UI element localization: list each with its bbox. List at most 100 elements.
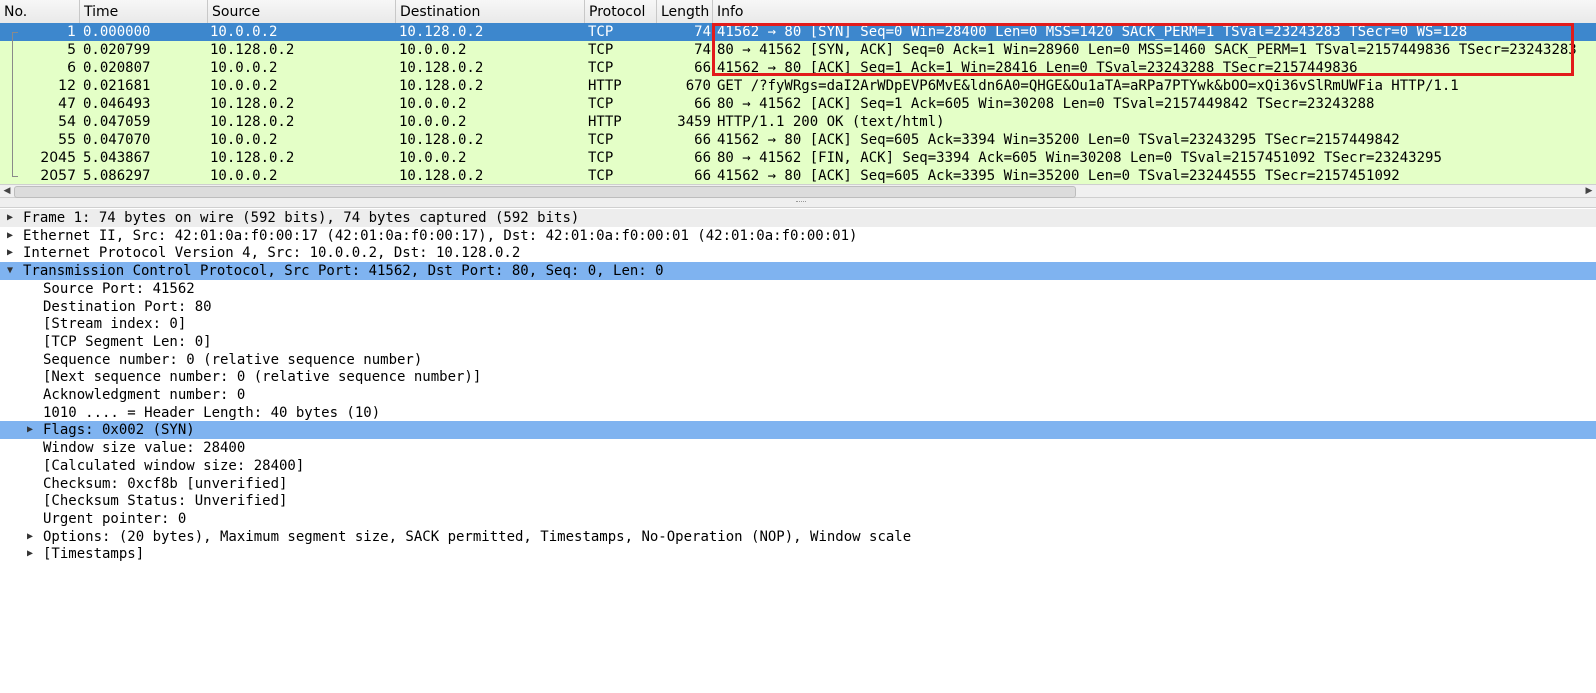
cell-time: 5.086297 (83, 168, 151, 184)
cell-length: 66 (694, 60, 711, 76)
cell-time: 0.046493 (83, 96, 151, 112)
cell-time: 0.047059 (83, 114, 151, 130)
cell-protocol: TCP (588, 150, 614, 166)
packet-row[interactable]: 55 0.047070 10.0.0.2 10.128.0.2 TCP 66 41562 →… (0, 131, 1596, 149)
cell-length: 66 (694, 150, 711, 166)
detail-row[interactable]: Acknowledgment number: 0 (0, 386, 1596, 404)
detail-text: Transmission Control Protocol, Src Port:… (23, 263, 664, 280)
cell-protocol: TCP (588, 96, 614, 112)
packet-list-pane[interactable]: No. Time Source Destination Protocol Len… (0, 0, 1596, 198)
detail-row[interactable]: Checksum: 0xcf8b [unverified] (0, 475, 1596, 493)
detail-text: [Calculated window size: 28400] (43, 457, 305, 474)
packet-row[interactable]: 54 0.047059 10.128.0.2 10.0.0.2 HTTP 3459 HTTP… (0, 113, 1596, 131)
cell-time: 0.020807 (83, 60, 151, 76)
collapsed-arrow-icon[interactable]: ▶ (24, 528, 36, 546)
packet-row[interactable]: 5 0.020799 10.128.0.2 10.0.0.2 TCP 74 80 → 415… (0, 41, 1596, 59)
detail-row[interactable]: Urgent pointer: 0 (0, 510, 1596, 528)
cell-source: 10.128.0.2 (210, 42, 295, 58)
detail-text: [Checksum Status: Unverified] (43, 493, 288, 510)
detail-row[interactable]: ▶ Options: (20 bytes), Maximum segment si… (0, 528, 1596, 546)
collapsed-arrow-icon[interactable]: ▶ (4, 244, 16, 262)
conversation-bracket-bottom (12, 176, 18, 177)
detail-row[interactable]: ▶ Internet Protocol Version 4, Src: 10.0.… (0, 244, 1596, 262)
detail-row[interactable]: ▶ Flags: 0x002 (SYN) (0, 421, 1596, 440)
scrollbar-thumb[interactable] (14, 186, 1076, 198)
collapsed-arrow-icon[interactable]: ▶ (24, 421, 36, 439)
detail-row[interactable]: ▶ Frame 1: 74 bytes on wire (592 bits), 7… (0, 209, 1596, 227)
cell-info: 41562 → 80 [ACK] Seq=1 Ack=1 Win=28416 L… (717, 60, 1358, 76)
packet-list-header: No. Time Source Destination Protocol Len… (0, 0, 1596, 24)
cell-length: 74 (694, 42, 711, 58)
cell-info: 41562 → 80 [ACK] Seq=605 Ack=3395 Win=35… (717, 168, 1400, 184)
detail-row[interactable]: Destination Port: 80 (0, 298, 1596, 316)
detail-row[interactable]: Window size value: 28400 (0, 439, 1596, 457)
column-header-info[interactable]: Info (713, 0, 1596, 23)
detail-text: [TCP Segment Len: 0] (43, 333, 212, 350)
packet-details-pane[interactable]: ▶ Frame 1: 74 bytes on wire (592 bits), 7… (0, 208, 1596, 693)
cell-source: 10.128.0.2 (210, 96, 295, 112)
splitter-grip[interactable] (796, 201, 806, 205)
detail-row[interactable]: [Stream index: 0] (0, 315, 1596, 333)
cell-protocol: HTTP (588, 78, 622, 94)
detail-row[interactable]: Sequence number: 0 (relative sequence nu… (0, 351, 1596, 369)
detail-row[interactable]: Source Port: 41562 (0, 280, 1596, 298)
detail-row[interactable]: [Checksum Status: Unverified] (0, 492, 1596, 510)
cell-destination: 10.0.0.2 (399, 96, 467, 112)
column-header-time[interactable]: Time (80, 0, 208, 23)
detail-row[interactable]: ▶ [Timestamps] (0, 545, 1596, 563)
column-header-protocol[interactable]: Protocol (585, 0, 657, 23)
cell-source: 10.0.0.2 (210, 168, 278, 184)
detail-row[interactable]: ▼ Transmission Control Protocol, Src Port… (0, 262, 1596, 281)
detail-text: [Timestamps] (43, 546, 145, 563)
packet-row[interactable]: 6 0.020807 10.0.0.2 10.128.0.2 TCP 66 41562 → … (0, 59, 1596, 77)
scroll-left-icon[interactable]: ◀ (0, 185, 14, 197)
horizontal-scrollbar[interactable]: ◀ ▶ (0, 184, 1596, 198)
detail-row[interactable]: [Calculated window size: 28400] (0, 457, 1596, 475)
detail-text: Sequence number: 0 (relative sequence nu… (43, 351, 423, 368)
column-header-length[interactable]: Length (657, 0, 713, 23)
packet-row[interactable]: 12 0.021681 10.0.0.2 10.128.0.2 HTTP 670 GET /… (0, 77, 1596, 95)
detail-row[interactable]: [TCP Segment Len: 0] (0, 333, 1596, 351)
cell-destination: 10.0.0.2 (399, 150, 467, 166)
collapsed-arrow-icon[interactable]: ▶ (4, 209, 16, 227)
cell-protocol: TCP (588, 132, 614, 148)
detail-text: Ethernet II, Src: 42:01:0a:f0:00:17 (42:… (23, 227, 858, 244)
column-header-source[interactable]: Source (208, 0, 396, 23)
column-header-destination[interactable]: Destination (396, 0, 585, 23)
detail-text: Checksum: 0xcf8b [unverified] (43, 475, 288, 492)
detail-text: Source Port: 41562 (43, 280, 195, 297)
detail-text: Urgent pointer: 0 (43, 510, 187, 527)
detail-row[interactable]: ▶ Ethernet II, Src: 42:01:0a:f0:00:17 (42… (0, 227, 1596, 245)
packet-row[interactable]: 2057 5.086297 10.0.0.2 10.128.0.2 TCP 66 41562… (0, 167, 1596, 185)
detail-text: [Stream index: 0] (43, 316, 187, 333)
cell-time: 0.047070 (83, 132, 151, 148)
cell-source: 10.0.0.2 (210, 132, 278, 148)
cell-info: 41562 → 80 [SYN] Seq=0 Win=28400 Len=0 M… (717, 24, 1468, 40)
packet-row[interactable]: 47 0.046493 10.128.0.2 10.0.0.2 TCP 66 80 → 41… (0, 95, 1596, 113)
collapsed-arrow-icon[interactable]: ▶ (24, 545, 36, 563)
conversation-bracket-top (12, 32, 18, 33)
cell-destination: 10.128.0.2 (399, 78, 484, 94)
packet-row[interactable]: 1 0.000000 10.0.0.2 10.128.0.2 TCP 74 41562 → … (0, 23, 1596, 41)
cell-info: 80 → 41562 [ACK] Seq=1 Ack=605 Win=30208… (717, 96, 1375, 112)
cell-source: 10.0.0.2 (210, 78, 278, 94)
cell-length: 66 (694, 96, 711, 112)
cell-destination: 10.128.0.2 (399, 168, 484, 184)
expanded-arrow-icon[interactable]: ▼ (4, 262, 16, 280)
cell-destination: 10.0.0.2 (399, 42, 467, 58)
cell-info: 80 → 41562 [SYN, ACK] Seq=0 Ack=1 Win=28… (717, 42, 1577, 58)
cell-protocol: TCP (588, 168, 614, 184)
column-header-no[interactable]: No. (0, 0, 80, 23)
detail-row[interactable]: 1010 .... = Header Length: 40 bytes (10) (0, 404, 1596, 422)
detail-text: Acknowledgment number: 0 (43, 387, 246, 403)
detail-row[interactable]: [Next sequence number: 0 (relative seque… (0, 368, 1596, 386)
cell-source: 10.128.0.2 (210, 150, 295, 166)
collapsed-arrow-icon[interactable]: ▶ (4, 227, 16, 245)
scroll-right-icon[interactable]: ▶ (1582, 185, 1596, 197)
cell-protocol: TCP (588, 60, 614, 76)
cell-info: 41562 → 80 [ACK] Seq=605 Ack=3394 Win=35… (717, 132, 1400, 148)
pane-splitter[interactable] (0, 198, 1596, 208)
cell-info: GET /?fyWRgs=daI2ArWDpEVP6MvE&ldn6A0=QHG… (717, 78, 1459, 94)
cell-source: 10.0.0.2 (210, 60, 278, 76)
packet-row[interactable]: 2045 5.043867 10.128.0.2 10.0.0.2 TCP 66 80 → … (0, 149, 1596, 167)
